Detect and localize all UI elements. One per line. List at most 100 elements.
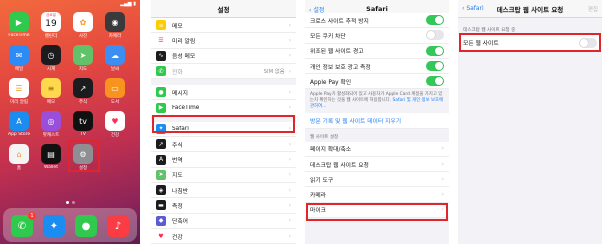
chevron-right-icon: › <box>288 171 291 179</box>
row-label: 주식 <box>172 142 183 149</box>
reminders-icon: ☰ <box>9 78 29 98</box>
row-label: 미리 알림 <box>172 38 196 45</box>
phone-icon[interactable]: ✆ 1 <box>11 212 36 237</box>
row-label: FaceTime <box>172 104 200 111</box>
settings-row-messages[interactable]: ● 메시지 › <box>151 85 296 101</box>
settings-row-reminders[interactable]: ☰ 미리 알림 › <box>151 33 296 49</box>
toggle-switch[interactable] <box>426 15 444 26</box>
app-label: TV <box>80 132 86 137</box>
compass-icon: ◈ <box>156 185 166 196</box>
stocks-icon: ↗ <box>156 139 166 150</box>
clear-history-button[interactable]: 방문 기록 및 웹 사이트 데이터 지우기 <box>305 113 449 129</box>
safari-site-setting-row[interactable]: 카메라 › <box>305 187 449 203</box>
music-icon[interactable]: ♪ <box>107 215 129 237</box>
chevron-right-icon: › <box>441 145 444 153</box>
app-notes[interactable]: ≡ 메모 <box>40 78 62 105</box>
chevron-right-icon: › <box>288 52 291 60</box>
chevron-right-icon: › <box>288 36 291 44</box>
settings-row-phone[interactable]: ✆ 전화 SIM 없음 › <box>151 63 296 80</box>
app-wallet[interactable]: ▤ Wallet <box>40 144 62 170</box>
app-mail[interactable]: ✉ 메일 <box>8 45 30 72</box>
app-label: 건강 <box>110 133 120 138</box>
app-home[interactable]: ⌂ 홈 <box>8 144 30 171</box>
safari-highlight-box <box>152 115 295 133</box>
settings-row-facetime[interactable]: ▶ FaceTime › <box>151 100 296 116</box>
page-title: 설정 <box>217 5 230 14</box>
toggle-switch[interactable] <box>426 61 444 72</box>
settings-row-stocks[interactable]: ↗ 주식 › <box>151 137 296 153</box>
weather-icon: ☁ <box>105 45 125 65</box>
row-label: 데스크탑 웹 사이트 요청 <box>310 162 369 169</box>
app-reminders[interactable]: ☰ 미리 알림 <box>8 78 30 105</box>
camera-icon: ◉ <box>105 12 125 32</box>
row-label: 건강 <box>172 234 183 241</box>
edit-button[interactable]: 편집 <box>588 5 598 13</box>
safari-site-setting-row[interactable]: 읽기 도구 › <box>305 172 449 188</box>
row-label: 단축어 <box>172 219 188 226</box>
safari-icon[interactable]: ✦ <box>43 215 65 237</box>
chevron-right-icon: › <box>441 160 444 168</box>
tutorial-composite: ▂▄▆ ▮ ▶ FaceTime 금요일 19 캘린더 ✿ 사진 ◉ 카메라 ✉ 메일 ◷ 시계 ➤ 지도 ☁… <box>0 0 602 244</box>
chevron-right-icon: › <box>288 88 291 96</box>
safari-site-setting-row[interactable]: 데스크탑 웹 사이트 요청 › <box>305 156 449 173</box>
app-label: 메모 <box>46 100 56 105</box>
photos-icon: ✿ <box>73 12 93 32</box>
app-tv[interactable]: tv TV <box>72 111 94 137</box>
row-label: 메시지 <box>172 90 188 97</box>
row-label: 나침반 <box>172 188 188 195</box>
app-calendar[interactable]: 금요일 19 캘린더 <box>40 12 62 39</box>
app-stocks[interactable]: ↗ 주식 <box>72 78 94 105</box>
facetime-icon: ▶ <box>156 102 166 113</box>
app-label: App Store <box>8 132 30 137</box>
home-icon: ⌂ <box>9 144 29 164</box>
app-maps[interactable]: ➤ 지도 <box>72 45 94 72</box>
row-value: SIM 없음 <box>263 69 285 76</box>
desktop-site-highlight-box <box>306 203 448 221</box>
notes-icon: ≡ <box>41 78 61 98</box>
app-books[interactable]: ▭ 도서 <box>104 78 126 105</box>
settings-row-health[interactable]: ♥ 건강 › <box>151 228 296 244</box>
back-button[interactable]: ‹ Safari <box>462 5 484 12</box>
page-title: Safari <box>366 4 388 13</box>
messages-icon[interactable]: ● <box>75 215 97 237</box>
app-label: 시계 <box>46 67 56 72</box>
settings-row-notes[interactable]: ≡ 메모 › <box>151 18 296 34</box>
app-clock[interactable]: ◷ 시계 <box>40 45 62 72</box>
toggle-switch[interactable] <box>426 76 444 87</box>
settings-row-voice-memos[interactable]: ∿ 음성 메모 › <box>151 48 296 64</box>
app-health[interactable]: ♥ 건강 <box>104 111 126 138</box>
settings-row-translate[interactable]: A 번역 › <box>151 152 296 168</box>
app-weather[interactable]: ☁ 날씨 <box>104 45 126 72</box>
row-label: 번역 <box>172 158 183 165</box>
app-camera[interactable]: ◉ 카메라 <box>104 12 126 39</box>
home-screen: ▂▄▆ ▮ ▶ FaceTime 금요일 19 캘린더 ✿ 사진 ◉ 카메라 ✉ 메일 ◷ 시계 ➤ 지도 ☁… <box>0 0 140 244</box>
row-label: Apple Pay 확인 <box>310 79 352 86</box>
wallet-icon: ▤ <box>41 144 61 164</box>
app-podcasts[interactable]: ◎ 팟캐스트 <box>40 111 62 138</box>
status-bar: ▂▄▆ ▮ <box>120 1 136 7</box>
safari-site-setting-row[interactable]: 페이지 확대/축소 › <box>305 141 449 157</box>
row-label: 위조된 웹 사이트 경고 <box>310 49 364 56</box>
settings-row-maps[interactable]: ➤ 지도 › <box>151 167 296 183</box>
app-facetime[interactable]: ▶ FaceTime <box>8 12 30 38</box>
toggle-switch[interactable] <box>426 45 444 56</box>
chevron-right-icon: › <box>288 67 291 75</box>
settings-row-compass[interactable]: ◈ 나침반 › <box>151 182 296 199</box>
dock: ✆ 1 ✦ ● ♪ <box>3 208 137 242</box>
safari-toggle-row: 모든 쿠키 차단 <box>305 28 449 44</box>
app-label: 날씨 <box>110 67 120 72</box>
app-appstore[interactable]: A App Store <box>8 111 30 137</box>
app-photos[interactable]: ✿ 사진 <box>72 12 94 39</box>
app-label: FaceTime <box>8 33 30 38</box>
toggle-switch[interactable] <box>426 30 444 41</box>
app-label: 팟캐스트 <box>42 133 60 138</box>
settings-row-shortcuts[interactable]: ◆ 단축어 › <box>151 213 296 229</box>
page-title: 데스크탑 웹 사이트 요청 <box>496 5 564 14</box>
all-websites-highlight-box <box>459 33 601 52</box>
settings-row-measure[interactable]: ▬ 측정 › <box>151 198 296 214</box>
safari-toggle-row: 개인 정보 보호 광고 측정 <box>305 58 449 75</box>
app-label: 사진 <box>78 34 88 39</box>
chevron-right-icon: › <box>288 104 291 112</box>
safari-toggle-row: 위조된 웹 사이트 경고 <box>305 43 449 59</box>
phone-icon: ✆ <box>156 66 166 77</box>
